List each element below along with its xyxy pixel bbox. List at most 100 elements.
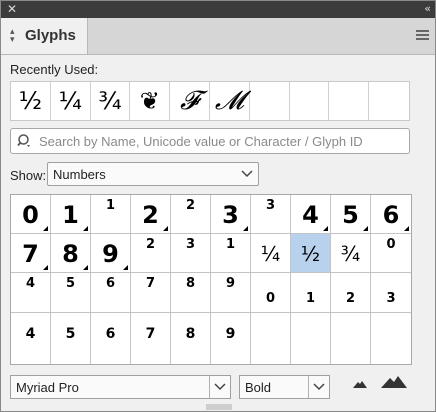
glyph-cell[interactable]: [251, 313, 291, 364]
glyph-character: 5: [65, 326, 76, 342]
glyph-cell[interactable]: 8: [171, 313, 211, 364]
font-style-dropdown-button[interactable]: [308, 376, 329, 398]
glyph-cell[interactable]: [291, 313, 331, 364]
glyph-cell[interactable]: 4: [11, 273, 51, 313]
recent-glyph-cell[interactable]: ¾: [91, 82, 131, 120]
glyph-character: 2: [185, 198, 196, 213]
glyph-cell[interactable]: 4: [291, 195, 331, 234]
glyph-character: 7: [145, 276, 156, 291]
glyph-character: 2: [345, 291, 356, 306]
alternates-indicator-icon[interactable]: [83, 265, 88, 270]
glyph-cell[interactable]: [331, 313, 371, 364]
glyph-cell-selected[interactable]: ½: [291, 234, 331, 273]
show-dropdown[interactable]: Numbers: [47, 162, 259, 186]
glyph-cell[interactable]: 6: [371, 195, 411, 234]
close-icon[interactable]: ✕: [7, 2, 17, 16]
zoom-out-mountain-icon[interactable]: [353, 379, 367, 389]
alternates-indicator-icon[interactable]: [243, 226, 248, 231]
recent-glyph-cell[interactable]: [290, 82, 330, 120]
glyph-cell[interactable]: 5: [51, 313, 91, 364]
glyph-cell[interactable]: 3: [171, 234, 211, 273]
glyph-cell[interactable]: 2: [331, 273, 371, 313]
glyph-cell[interactable]: 5: [331, 195, 371, 234]
recent-glyph-cell[interactable]: ❦: [130, 82, 171, 120]
search-icon[interactable]: [17, 133, 33, 149]
recent-glyph-cell[interactable]: [329, 82, 370, 120]
glyph-character: 1: [225, 237, 236, 252]
glyph-cell[interactable]: 8: [51, 234, 91, 273]
glyph-character: 5: [65, 276, 76, 291]
alternates-indicator-icon[interactable]: [363, 226, 368, 231]
alternates-indicator-icon[interactable]: [323, 226, 328, 231]
recent-glyph-cell[interactable]: ½: [11, 82, 51, 120]
glyph-cell[interactable]: 1: [91, 195, 131, 234]
glyph-cell[interactable]: 9: [211, 273, 251, 313]
glyph-cell[interactable]: 2: [171, 195, 211, 234]
search-input[interactable]: [39, 129, 405, 153]
search-field[interactable]: [10, 128, 410, 154]
hamburger-menu-icon[interactable]: [416, 30, 429, 40]
glyph-cell[interactable]: 5: [51, 273, 91, 313]
glyph-cell[interactable]: ¾: [331, 234, 371, 273]
collapse-arrows-icon[interactable]: ‹‹: [424, 1, 431, 16]
glyph-cell[interactable]: 7: [11, 234, 51, 273]
font-style-value: Bold: [245, 380, 272, 395]
glyph-cell[interactable]: [371, 313, 411, 364]
glyph-cell[interactable]: 9: [91, 234, 131, 273]
glyph-cell[interactable]: 6: [91, 273, 131, 313]
glyph-cell[interactable]: 1: [291, 273, 331, 313]
recently-used-label: Recently Used:: [10, 62, 99, 77]
glyph-cell[interactable]: 9: [211, 313, 251, 364]
font-family-dropdown-button[interactable]: [209, 376, 230, 398]
alternates-indicator-icon[interactable]: [83, 226, 88, 231]
recent-glyph-cell[interactable]: 𝓜: [210, 82, 250, 120]
glyph-character: 9: [102, 240, 119, 268]
glyph-character: 8: [62, 240, 79, 268]
glyph-grid-row: 4 5 6 7 8 9: [11, 313, 411, 364]
chevron-down-icon: [214, 383, 226, 391]
glyph-character: 8: [185, 326, 196, 342]
recent-glyph-cell[interactable]: 𝓕: [170, 82, 210, 120]
alternates-indicator-icon[interactable]: [43, 226, 48, 231]
font-family-value: Myriad Pro: [16, 380, 79, 395]
alternates-indicator-icon[interactable]: [404, 226, 409, 231]
glyph-cell[interactable]: 0: [251, 273, 291, 313]
glyph-cell[interactable]: 0: [371, 234, 411, 273]
recent-glyph-cell[interactable]: [250, 82, 290, 120]
recent-glyph-cell[interactable]: ¼: [51, 82, 91, 120]
glyph-character: 5: [342, 201, 359, 229]
recent-glyph-cell[interactable]: [369, 82, 409, 120]
glyph-character: 0: [265, 291, 276, 306]
glyph-cell[interactable]: 3: [251, 195, 291, 234]
chevron-down-icon: [313, 383, 325, 391]
resize-grip-icon[interactable]: [206, 404, 232, 410]
alternates-indicator-icon[interactable]: [163, 226, 168, 231]
glyph-cell[interactable]: 1: [211, 234, 251, 273]
tab-glyphs[interactable]: ▴ ▾ Glyphs: [1, 18, 88, 54]
glyph-cell[interactable]: 3: [371, 273, 411, 313]
glyph-character: 1: [105, 198, 116, 213]
glyph-cell[interactable]: 0: [11, 195, 51, 234]
glyph-cell[interactable]: 2: [131, 195, 171, 234]
glyph-character: ¼: [260, 242, 281, 266]
glyph-character: ½: [300, 242, 321, 266]
glyph-grid-row: 4 5 6 7 8 9 0 1 2 3: [11, 273, 411, 313]
glyph-cell[interactable]: 8: [171, 273, 211, 313]
glyph-character: 2: [142, 201, 159, 229]
glyph-character: 9: [225, 276, 236, 291]
alternates-indicator-icon[interactable]: [123, 265, 128, 270]
glyph-cell[interactable]: 2: [131, 234, 171, 273]
font-style-dropdown[interactable]: Bold: [239, 375, 330, 399]
glyph-cell[interactable]: ¼: [251, 234, 291, 273]
glyph-cell[interactable]: 6: [91, 313, 131, 364]
glyph-grid-row: 789 2 3 1 ¼½¾ 0: [11, 234, 411, 273]
font-family-dropdown[interactable]: Myriad Pro: [10, 375, 231, 399]
glyph-cell[interactable]: 7: [131, 313, 171, 364]
glyph-character: 0: [386, 237, 396, 252]
glyph-cell[interactable]: 4: [11, 313, 51, 364]
zoom-in-mountain-icon[interactable]: [381, 375, 407, 389]
alternates-indicator-icon[interactable]: [43, 265, 48, 270]
glyph-cell[interactable]: 3: [211, 195, 251, 234]
glyph-cell[interactable]: 7: [131, 273, 171, 313]
glyph-cell[interactable]: 1: [51, 195, 91, 234]
